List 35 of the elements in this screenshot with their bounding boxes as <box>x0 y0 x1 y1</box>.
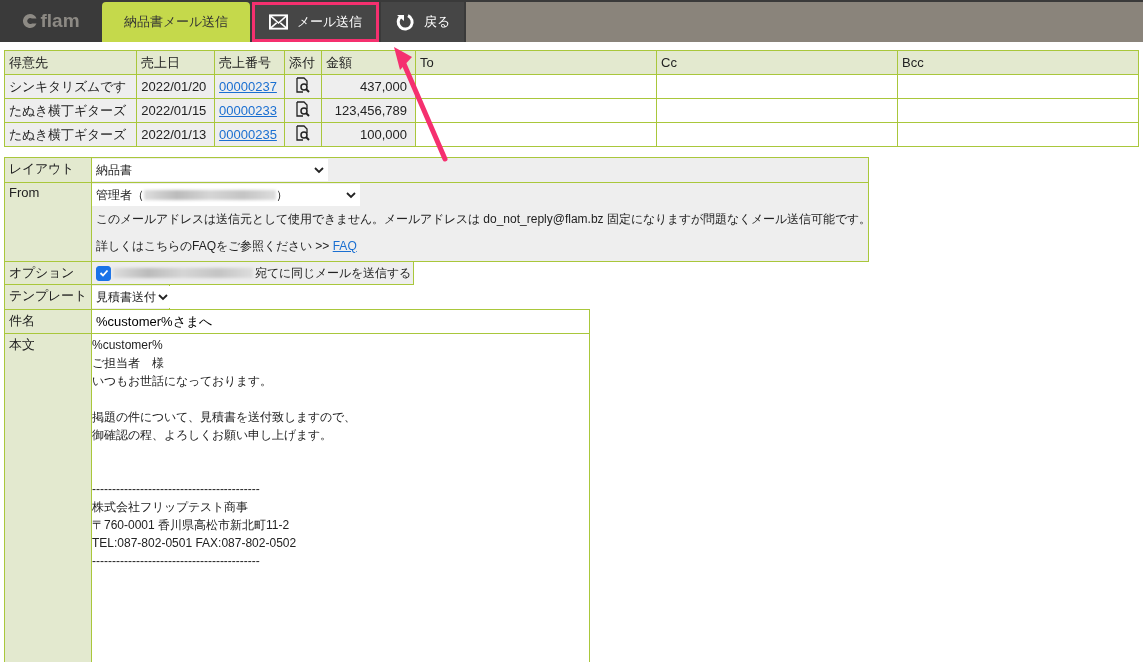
notice-text: このメールアドレスは送信元として使用できません。メールアドレスは do_not_reply@flam.bz 固定になりますが問題なくメール送信可能です。 <box>95 211 872 228</box>
faq-link[interactable]: FAQ <box>332 239 357 253</box>
table-cell: 123,456,789 <box>321 98 416 123</box>
undo-icon <box>395 12 415 32</box>
field-label: From <box>5 183 92 261</box>
column-header: 売上番号 <box>214 50 285 75</box>
checkmark-icon <box>98 268 109 278</box>
document-preview-icon[interactable] <box>296 77 311 93</box>
column-header: Bcc <box>897 50 1139 75</box>
document-preview-icon[interactable] <box>296 125 311 141</box>
column-header: 添付 <box>284 50 322 75</box>
chevron-icon <box>158 293 168 301</box>
column-header: To <box>415 50 657 75</box>
back-button[interactable]: 戻る <box>381 2 464 42</box>
from-select[interactable]: 管理者（ ） <box>92 184 360 206</box>
column-header: Cc <box>656 50 898 75</box>
document-preview-icon[interactable] <box>296 101 311 117</box>
column-header: 得意先 <box>4 50 137 75</box>
column-header: 売上日 <box>136 50 215 75</box>
table-cell: たぬき横丁ギターズ <box>4 98 137 123</box>
table-cell: 100,000 <box>321 122 416 147</box>
template-select[interactable]: 見積書送付 <box>92 286 172 308</box>
chevron-icon <box>346 191 356 199</box>
envelope-icon <box>269 14 288 30</box>
page-tab[interactable]: 納品書メール送信 <box>102 2 250 42</box>
send-mail-button[interactable]: メール送信 <box>252 2 379 42</box>
table-cell: たぬき横丁ギターズ <box>4 122 137 147</box>
table-cell: シンキタリズムです <box>4 74 137 99</box>
logo-icon <box>22 13 39 29</box>
logo-text: flam <box>40 10 80 32</box>
field-label: テンプレート <box>5 285 92 309</box>
checkbox[interactable] <box>96 265 111 281</box>
field-label: オプション <box>5 262 92 284</box>
option-text: 宛てに同じメールを送信する <box>255 264 411 282</box>
faq-text: 詳しくはこちらのFAQをご参照ください >> <box>96 239 330 253</box>
